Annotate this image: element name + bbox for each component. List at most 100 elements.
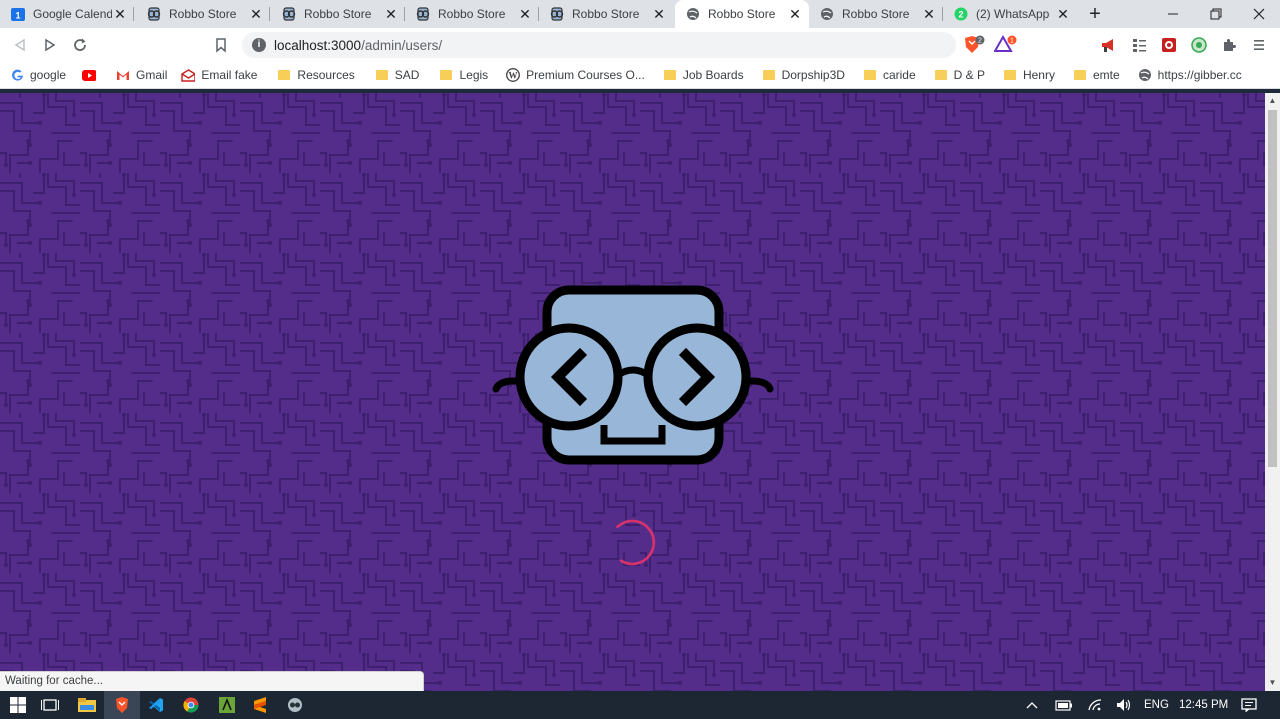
close-icon[interactable]: ✕ — [651, 6, 667, 22]
tab-title: Robbo Store — [169, 7, 237, 21]
brave-icon[interactable] — [104, 691, 140, 719]
folder-icon — [375, 68, 389, 82]
bookmark-folder-legis[interactable]: Legis — [439, 68, 492, 82]
brave-shield-icon[interactable]: 2 — [962, 33, 986, 57]
minimize-button[interactable] — [1151, 0, 1194, 28]
windows-taskbar: ENG 12:45 PM — [0, 691, 1280, 719]
tab-title: Robbo Store — [304, 7, 372, 21]
show-hidden-icons-icon[interactable] — [1017, 691, 1047, 719]
youtube-icon — [82, 68, 97, 82]
page-viewport — [0, 93, 1265, 691]
close-icon[interactable]: ✕ — [112, 6, 128, 22]
scroll-up-icon[interactable]: ▲ — [1268, 96, 1277, 105]
tab-title: (2) WhatsApp — [976, 7, 1050, 21]
close-icon[interactable]: ✕ — [787, 6, 803, 22]
url-text: localhost:3000/admin/users/ — [274, 37, 443, 53]
bookmark-premium-courses[interactable]: W Premium Courses O... — [506, 68, 649, 82]
globe-icon — [1138, 68, 1152, 82]
new-tab-button[interactable]: + — [1084, 3, 1106, 25]
robbo-icon — [415, 6, 431, 22]
scrollbar-thumb[interactable] — [1268, 110, 1277, 467]
windows-icon[interactable] — [0, 691, 36, 719]
wifi-icon[interactable] — [1080, 691, 1110, 719]
menu-icon[interactable] — [1247, 33, 1271, 57]
folder-icon — [863, 68, 877, 82]
robbo-app-icon[interactable] — [277, 691, 313, 719]
bookmarks-bar: google Gmail Email fake Resources SAD Le… — [0, 62, 1280, 89]
folder-icon — [277, 68, 291, 82]
tab-google-calendar[interactable]: 1 Google Calendar ✕ — [0, 0, 134, 28]
tab-title: Robbo Store — [708, 7, 776, 21]
volume-icon[interactable] — [1109, 691, 1139, 719]
globe-icon — [685, 6, 701, 22]
google-icon — [10, 68, 24, 82]
bookmark-folder-caride[interactable]: caride — [863, 68, 920, 82]
chrome-icon[interactable] — [173, 691, 209, 719]
page-scrollbar[interactable]: ▲ ▼ — [1265, 93, 1280, 691]
address-bar[interactable]: i localhost:3000/admin/users/ — [242, 32, 956, 58]
extension-green-icon[interactable] — [1187, 33, 1211, 57]
bookmark-youtube[interactable] — [82, 68, 106, 82]
wordpress-icon: W — [506, 68, 521, 82]
gmail-icon — [116, 68, 130, 82]
site-info-icon[interactable]: i — [252, 38, 266, 52]
bookmark-gmail[interactable]: Gmail — [116, 68, 171, 82]
folder-icon — [1003, 68, 1017, 82]
close-icon[interactable]: ✕ — [248, 6, 264, 22]
vscode-icon[interactable] — [138, 691, 174, 719]
svg-text:W: W — [509, 71, 518, 81]
clock[interactable]: 12:45 PM — [1179, 691, 1228, 719]
file-explorer-icon[interactable] — [69, 691, 105, 719]
bookmark-email-fake[interactable]: Email fake — [181, 68, 261, 82]
bookmark-folder-sad[interactable]: SAD — [375, 68, 424, 82]
extension-red-icon[interactable] — [1157, 33, 1181, 57]
robot-logo-icon — [492, 285, 774, 465]
close-icon[interactable]: ✕ — [1055, 6, 1071, 22]
scroll-down-icon[interactable]: ▼ — [1268, 678, 1277, 687]
bookmark-folder-resources[interactable]: Resources — [277, 68, 358, 82]
tab-title: Robbo Store — [438, 7, 506, 21]
restore-button[interactable] — [1194, 0, 1237, 28]
bookmark-folder-dorpship3d[interactable]: Dorpship3D — [762, 68, 849, 82]
bookmark-folder-henry[interactable]: Henry — [1003, 68, 1059, 82]
forward-icon[interactable] — [38, 33, 62, 57]
megaphone-icon[interactable] — [1097, 33, 1121, 57]
close-icon[interactable]: ✕ — [383, 6, 399, 22]
bookmark-google[interactable]: google — [10, 68, 70, 82]
tab-title: Robbo Store — [842, 7, 910, 21]
tab-title: Robbo Store — [572, 7, 640, 21]
bookmark-folder-emte[interactable]: emte — [1073, 68, 1124, 82]
extensions-puzzle-icon[interactable] — [1217, 33, 1241, 57]
brave-rewards-icon[interactable]: 1 — [994, 33, 1018, 57]
tab-robbo-store[interactable]: Robbo Store ✕ — [271, 0, 405, 28]
tab-robbo-store-active[interactable]: Robbo Store ✕ — [675, 0, 809, 28]
tab-robbo-store[interactable]: Robbo Store ✕ — [405, 0, 539, 28]
robbo-icon — [146, 6, 162, 22]
task-view-icon[interactable] — [32, 691, 68, 719]
bookmark-icon[interactable] — [209, 33, 233, 57]
whatsapp-icon: 2 — [953, 6, 969, 22]
reload-icon[interactable] — [68, 33, 92, 57]
tab-title: Google Calendar — [33, 7, 112, 21]
folder-icon — [663, 68, 677, 82]
bookmark-gibber[interactable]: https://gibber.cc — [1138, 68, 1246, 82]
bookmark-folder-d-and-p[interactable]: D & P — [934, 68, 989, 82]
tab-strip: 1 Google Calendar ✕ Robbo Store ✕ Robbo … — [0, 0, 1280, 28]
close-icon[interactable]: ✕ — [517, 6, 533, 22]
git-icon[interactable] — [209, 691, 245, 719]
tab-robbo-store[interactable]: Robbo Store ✕ — [809, 0, 943, 28]
back-icon[interactable] — [8, 33, 32, 57]
status-bubble: Waiting for cache... — [0, 671, 424, 691]
svg-text:2: 2 — [978, 38, 982, 45]
language-indicator[interactable]: ENG — [1144, 691, 1169, 719]
sublime-icon[interactable] — [242, 691, 278, 719]
notifications-icon[interactable] — [1234, 691, 1264, 719]
close-icon[interactable]: ✕ — [921, 6, 937, 22]
tab-whatsapp[interactable]: 2 (2) WhatsApp ✕ — [943, 0, 1077, 28]
close-window-button[interactable] — [1237, 0, 1280, 28]
tab-robbo-store[interactable]: Robbo Store ✕ — [539, 0, 673, 28]
bookmark-folder-job-boards[interactable]: Job Boards — [663, 68, 748, 82]
tab-robbo-store[interactable]: Robbo Store ✕ — [136, 0, 270, 28]
battery-icon[interactable] — [1049, 691, 1079, 719]
reading-list-icon[interactable] — [1127, 33, 1151, 57]
